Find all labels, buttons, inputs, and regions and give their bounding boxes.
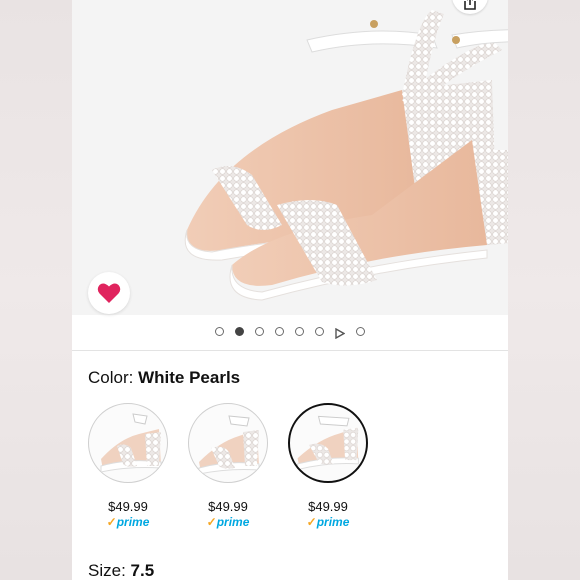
carousel-dot[interactable]: [255, 326, 264, 336]
background-right: [508, 0, 580, 580]
prime-badge: ✓prime: [106, 515, 150, 529]
prime-label: prime: [316, 515, 350, 529]
carousel-dot[interactable]: [275, 326, 284, 336]
carousel-dot-active[interactable]: [235, 326, 244, 336]
color-selection-label: Color: White Pearls: [88, 368, 240, 388]
heart-icon: [97, 283, 121, 303]
background-left: [0, 0, 72, 580]
wishlist-button[interactable]: [88, 272, 130, 314]
carousel-video-dot[interactable]: [335, 326, 346, 339]
color-swatch-selected[interactable]: [288, 403, 368, 483]
swatch-thumbnail: [100, 413, 162, 473]
product-page: Color: White Pearls $49.99 ✓prime $49.99…: [72, 0, 508, 580]
swatch-price: $49.99: [308, 499, 348, 514]
color-swatch[interactable]: [188, 403, 268, 483]
swatch-price: $49.99: [208, 499, 248, 514]
section-divider: [72, 350, 508, 351]
carousel-dot[interactable]: [215, 326, 224, 336]
play-icon: [335, 327, 346, 339]
prime-badge: ✓prime: [206, 515, 250, 529]
color-swatch[interactable]: [88, 403, 168, 483]
size-label: Size:: [88, 561, 126, 580]
prime-label: prime: [216, 515, 250, 529]
color-label: Color:: [88, 368, 134, 387]
size-selection-label[interactable]: Size: 7.5: [88, 561, 154, 580]
share-icon: [464, 0, 476, 10]
product-image[interactable]: [72, 0, 508, 315]
color-selected-value: White Pearls: [138, 368, 241, 387]
prime-badge: ✓prime: [306, 515, 350, 529]
carousel-indicator: [72, 322, 508, 340]
carousel-dot[interactable]: [356, 326, 365, 336]
carousel-dot[interactable]: [295, 326, 304, 336]
carousel-dot[interactable]: [315, 326, 324, 336]
prime-label: prime: [116, 515, 150, 529]
sandal-illustration: [184, 10, 508, 301]
swatch-thumbnail: [198, 415, 260, 475]
swatch-thumbnail: [297, 415, 359, 471]
size-selected-value: 7.5: [130, 561, 155, 580]
swatch-price: $49.99: [108, 499, 148, 514]
